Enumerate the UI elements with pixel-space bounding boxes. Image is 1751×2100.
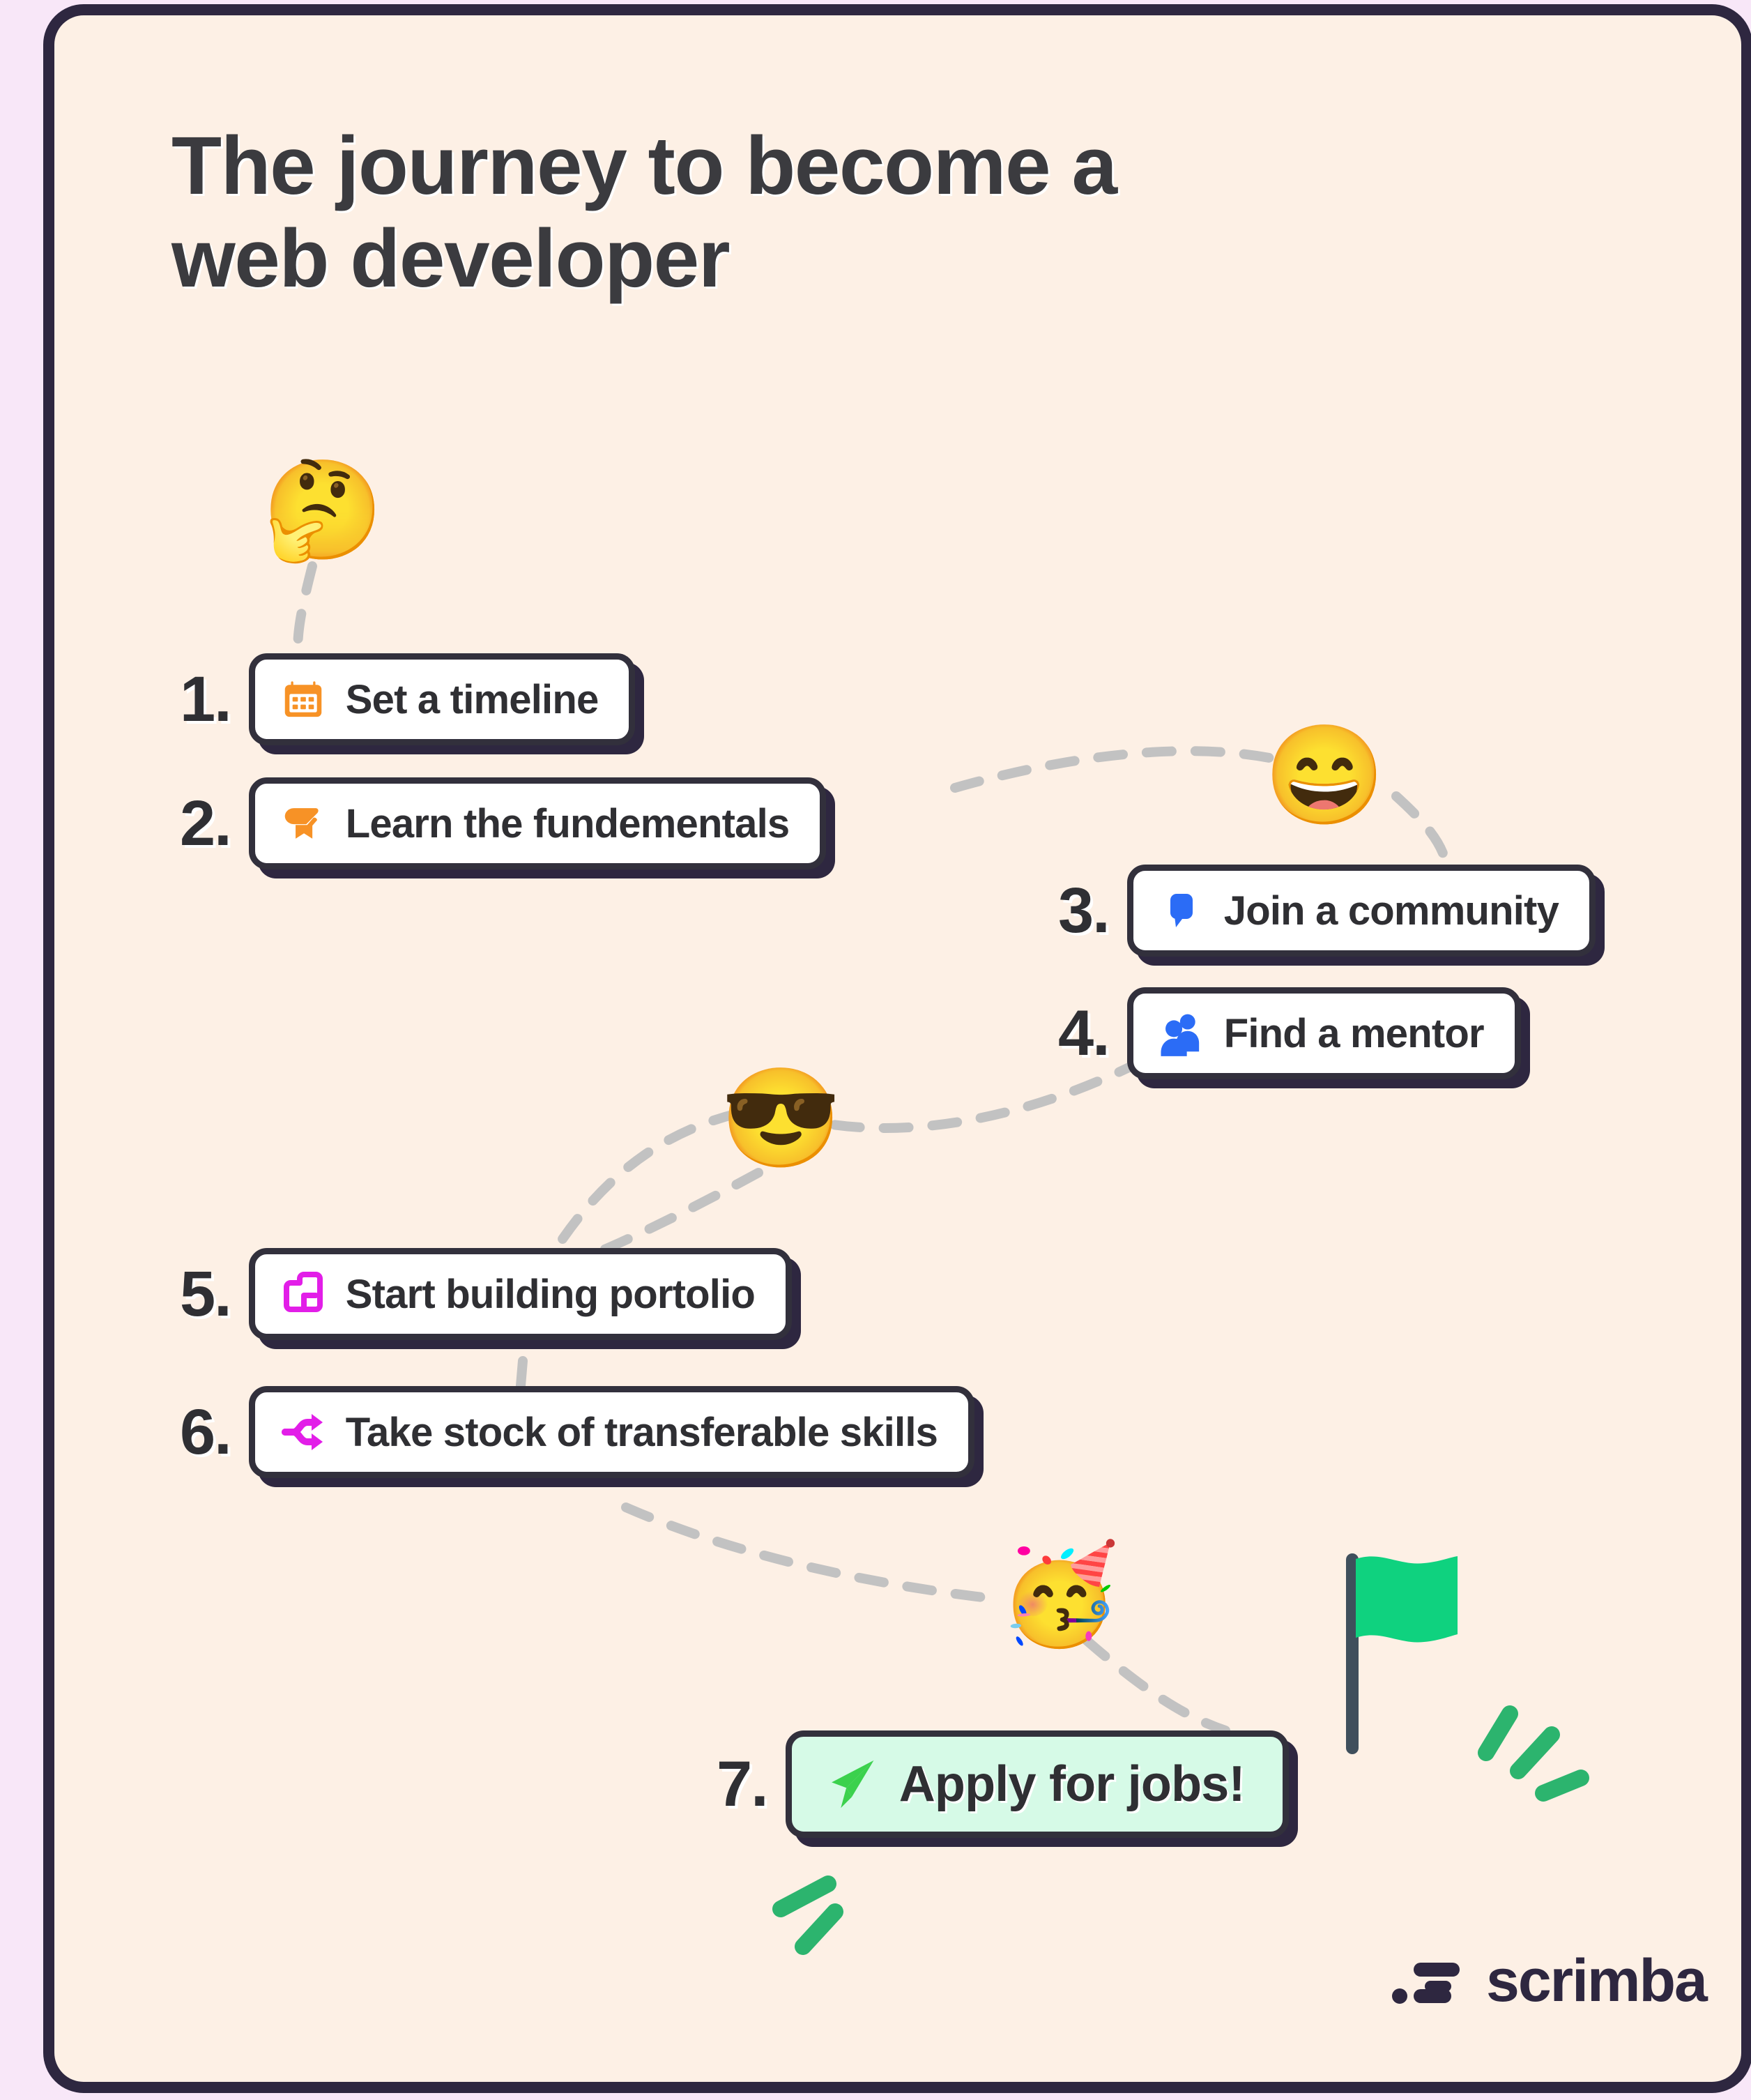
infographic-card: The journey to become a web developer 🤔 … <box>43 4 1751 2093</box>
step-card-learn-the-fundementals[interactable]: Learn the fundementals <box>248 777 827 869</box>
step-label-5: Start building portolio <box>345 1271 756 1317</box>
step-number-5: 5. <box>180 1258 232 1330</box>
step-number-6: 6. <box>180 1397 232 1468</box>
page-title-line-2: web developer <box>171 213 731 305</box>
step-label-6: Take stock of transferable skills <box>345 1409 938 1455</box>
page-title-line-1: The journey to become a <box>171 120 1117 212</box>
paper-plane-icon <box>823 1755 881 1813</box>
branch-split-icon <box>279 1408 328 1456</box>
bookmark-learn-icon <box>279 799 328 848</box>
step-card-find-a-mentor[interactable]: Find a mentor <box>1126 987 1521 1079</box>
step-number-7: 7. <box>717 1749 769 1820</box>
partying-face-emoji: 🥳 <box>999 1539 1121 1649</box>
thinking-face-emoji: 🤔 <box>262 455 384 565</box>
step-label-7: Apply for jobs! <box>899 1756 1246 1812</box>
step-card-set-a-timeline[interactable]: Set a timeline <box>248 653 636 745</box>
step-card-take-stock-of-transferable-skills[interactable]: Take stock of transferable skills <box>248 1386 975 1478</box>
step-row-4: 4. Find a mentor <box>1058 987 1521 1079</box>
step-row-1: 1. Set a timeline <box>180 653 636 745</box>
scrimba-logo: scrimba <box>1391 1947 1708 2016</box>
speech-bubble-icon <box>1157 886 1206 935</box>
step-row-7: 7. Apply for jobs! <box>717 1730 1289 1838</box>
portfolio-layout-icon <box>279 1270 328 1318</box>
step-number-3: 3. <box>1058 875 1110 946</box>
step-label-2: Learn the fundementals <box>345 800 790 846</box>
page-title: The journey to become a web developer <box>171 120 1496 306</box>
step-card-apply-for-jobs[interactable]: Apply for jobs! <box>785 1730 1289 1838</box>
step-row-3: 3. Join a community <box>1058 865 1596 957</box>
step-card-start-building-portolio[interactable]: Start building portolio <box>248 1248 793 1340</box>
step-row-2: 2. Learn the fundementals <box>180 777 827 869</box>
step-label-4: Find a mentor <box>1223 1010 1485 1056</box>
step-number-2: 2. <box>180 788 232 859</box>
two-people-icon <box>1157 1009 1206 1058</box>
grinning-face-emoji: 😄 <box>1264 720 1386 830</box>
step-number-1: 1. <box>180 664 232 735</box>
calendar-icon <box>279 675 328 724</box>
step-card-join-a-community[interactable]: Join a community <box>1126 865 1596 957</box>
step-number-4: 4. <box>1058 998 1110 1069</box>
celebration-sparkles-right <box>1478 1705 1589 1802</box>
scrimba-wordmark: scrimba <box>1486 1947 1708 2014</box>
cool-sunglasses-emoji: 😎 <box>720 1063 842 1173</box>
step-label-1: Set a timeline <box>345 676 599 722</box>
step-row-5: 5. Start building portolio <box>180 1248 793 1340</box>
step-label-3: Join a community <box>1223 888 1559 934</box>
step-row-6: 6. Take stock of transferable skills <box>180 1386 975 1478</box>
scrimba-speed-lines-icon <box>1392 1962 1460 2004</box>
celebration-sparkles-left <box>772 1875 843 1955</box>
